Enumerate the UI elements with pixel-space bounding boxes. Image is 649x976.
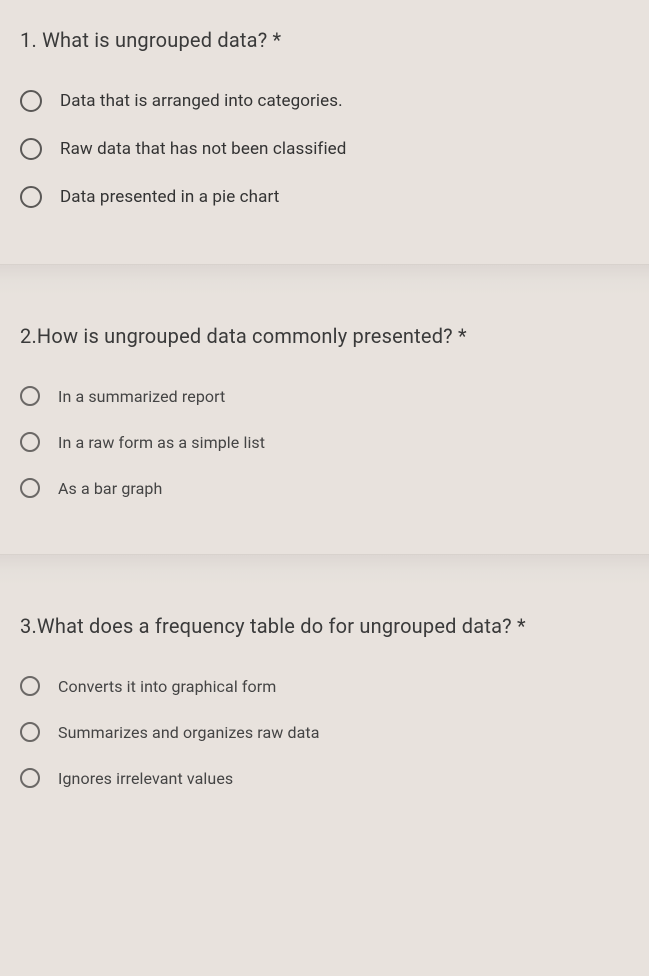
radio-option[interactable]: Converts it into graphical form (20, 676, 629, 696)
option-label: Data that is arranged into categories. (60, 91, 343, 111)
radio-icon (20, 138, 42, 160)
radio-icon (20, 432, 40, 452)
radio-icon (20, 186, 42, 208)
question-block-1: 1. What is ungrouped data? * Data that i… (0, 0, 649, 264)
option-label: In a raw form as a simple list (58, 433, 265, 452)
option-label: Data presented in a pie chart (60, 187, 279, 207)
radio-icon (20, 768, 40, 788)
radio-option[interactable]: As a bar graph (20, 478, 629, 498)
question-title-2: 2.How is ungrouped data commonly present… (20, 324, 629, 348)
radio-option[interactable]: Ignores irrelevant values (20, 768, 629, 788)
radio-icon (20, 676, 40, 696)
option-label: Converts it into graphical form (58, 677, 276, 696)
question-block-3: 3.What does a frequency table do for ung… (0, 586, 649, 844)
divider (0, 264, 649, 296)
option-label: Raw data that has not been classified (60, 139, 346, 159)
radio-option[interactable]: In a raw form as a simple list (20, 432, 629, 452)
radio-option[interactable]: Summarizes and organizes raw data (20, 722, 629, 742)
option-label: Summarizes and organizes raw data (58, 723, 320, 742)
radio-icon (20, 478, 40, 498)
radio-icon (20, 386, 40, 406)
radio-option[interactable]: Data presented in a pie chart (20, 186, 629, 208)
question-title-3: 3.What does a frequency table do for ung… (20, 614, 629, 638)
divider (0, 554, 649, 586)
question-block-2: 2.How is ungrouped data commonly present… (0, 296, 649, 554)
radio-icon (20, 722, 40, 742)
radio-option[interactable]: Data that is arranged into categories. (20, 90, 629, 112)
question-title-1: 1. What is ungrouped data? * (20, 28, 629, 52)
radio-icon (20, 90, 42, 112)
radio-option[interactable]: Raw data that has not been classified (20, 138, 629, 160)
option-label: As a bar graph (58, 479, 162, 498)
option-label: Ignores irrelevant values (58, 769, 233, 788)
option-label: In a summarized report (58, 387, 225, 406)
radio-option[interactable]: In a summarized report (20, 386, 629, 406)
